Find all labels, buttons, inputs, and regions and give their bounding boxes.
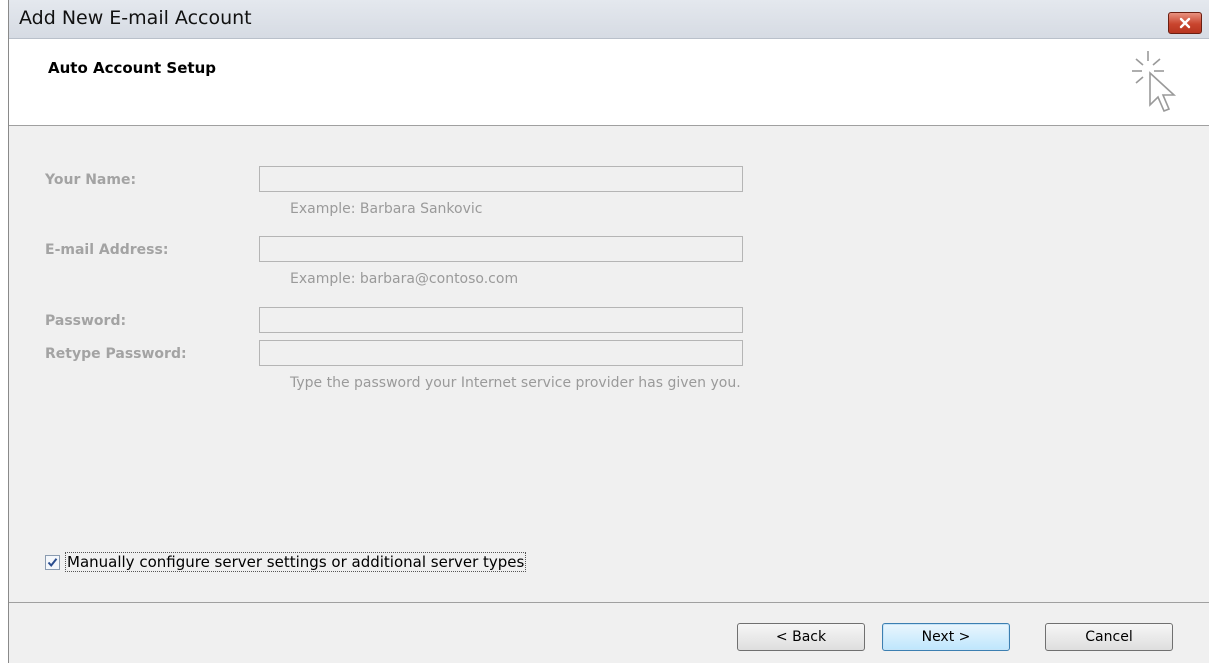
your-name-label: Your Name: (45, 172, 137, 188)
email-address-input[interactable] (259, 236, 743, 262)
retype-password-label: Retype Password: (45, 346, 187, 362)
close-button[interactable] (1168, 12, 1202, 34)
your-name-input[interactable] (259, 166, 743, 192)
footer-divider (9, 602, 1209, 603)
password-label: Password: (45, 313, 127, 329)
email-address-hint: Example: barbara@contoso.com (290, 271, 519, 287)
page-header: Auto Account Setup (9, 39, 1209, 126)
password-hint: Type the password your Internet service … (290, 375, 741, 391)
your-name-hint: Example: Barbara Sankovic (290, 201, 483, 217)
page-title: Auto Account Setup (48, 59, 216, 77)
window-title: Add New E-mail Account (19, 7, 252, 29)
next-button[interactable]: Next > (882, 623, 1010, 651)
manual-config-label[interactable]: Manually configure server settings or ad… (65, 552, 527, 572)
close-icon (1179, 17, 1191, 29)
cursor-sparkle-icon (1132, 51, 1177, 113)
email-address-label: E-mail Address: (45, 242, 169, 258)
title-bar[interactable]: Add New E-mail Account (9, 0, 1209, 39)
back-button[interactable]: < Back (737, 623, 865, 651)
manual-config-checkbox[interactable] (45, 554, 60, 570)
cancel-button[interactable]: Cancel (1045, 623, 1173, 651)
check-icon (47, 557, 58, 567)
manual-config-option[interactable]: Manually configure server settings or ad… (45, 552, 527, 572)
dialog-window: Add New E-mail Account Auto Account Setu… (8, 0, 1209, 663)
password-input[interactable] (259, 307, 743, 333)
retype-password-input[interactable] (259, 340, 743, 366)
